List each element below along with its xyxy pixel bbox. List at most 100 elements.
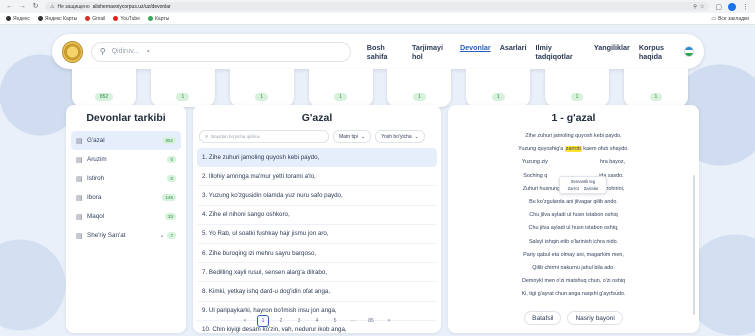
- devon-stat-card[interactable]: 1: [387, 69, 452, 107]
- category-sheriy-sanat[interactable]: ▤ She'riy San'at ⌄ 7: [71, 226, 181, 245]
- chevron-down-icon: ⌄: [360, 133, 366, 140]
- book-icon: ▤: [76, 194, 83, 202]
- site-area: ⚲ Qidiruv... ◔ Bosh sahifa Tarjimayi hol…: [0, 25, 755, 336]
- devon-stat-card[interactable]: 1: [466, 69, 531, 107]
- devon-stat-card[interactable]: 1: [545, 69, 610, 107]
- count-badge: 0: [167, 175, 176, 182]
- category-ibora[interactable]: ▤ Ibora 145: [71, 188, 181, 207]
- address-bar[interactable]: ⚠ Не защищено alishernavoiycorpus.uz/uz/…: [45, 2, 710, 11]
- back-icon[interactable]: ←: [6, 0, 13, 13]
- text-type-dropdown[interactable]: Matn tipi ⌄: [333, 130, 372, 143]
- scrollbar[interactable]: [693, 175, 695, 315]
- gazal-row[interactable]: 7. Bedilling xayli rusul, sensen alarg'a…: [197, 263, 437, 283]
- devon-stat-card[interactable]: 852: [72, 69, 136, 107]
- gazal-row[interactable]: 2. Illohiy amringa ma'mur yetti torami a…: [197, 167, 437, 187]
- highlighted-word[interactable]: zarroti: [564, 146, 582, 153]
- site-search-input[interactable]: ⚲ Qidiruv... ◔: [90, 41, 351, 62]
- prose-explanation-button[interactable]: Nasriy bayoni: [567, 311, 623, 325]
- category-maqol[interactable]: ▤ Maqol 33: [71, 207, 181, 226]
- panel-title: G'azal: [301, 112, 333, 124]
- profile-avatar[interactable]: [728, 2, 736, 11]
- chevron-down-icon[interactable]: ⌄: [159, 232, 164, 239]
- reload-icon[interactable]: ↻: [32, 0, 39, 13]
- book-icon: ▤: [76, 137, 83, 145]
- panel-title: 1 - g'azal: [551, 112, 596, 124]
- star-icon[interactable]: ☆: [700, 4, 704, 10]
- count-badge: 0: [167, 156, 176, 163]
- bookmarks-bar: Яндекс Яндекс Карты Gmail YouTube Карты …: [0, 13, 755, 25]
- bookmark-maps[interactable]: Карты: [148, 16, 169, 22]
- language-flag-icon[interactable]: [683, 46, 694, 57]
- menu-item-biography[interactable]: Tarjimayi hol: [412, 43, 451, 61]
- url-text: alishernavoiycorpus.uz/uz/devonlar: [92, 3, 171, 10]
- book-icon: ▤: [76, 175, 83, 183]
- count-badge: 145: [162, 194, 176, 201]
- count-badge: 33: [164, 213, 176, 220]
- page-button[interactable]: 4: [311, 315, 323, 327]
- tooltip-item[interactable]: Zarrot: [568, 186, 579, 191]
- verse-line: Yuzung quyoshig'a zarroti kaem ofub shay…: [518, 146, 629, 153]
- site-logo[interactable]: [62, 40, 83, 63]
- history-icon[interactable]: ◔: [145, 47, 342, 56]
- search-icon: ⚲: [205, 133, 209, 139]
- menu-item-about[interactable]: Korpus haqida: [639, 43, 684, 61]
- extensions-icon[interactable]: ▢: [715, 3, 722, 11]
- all-bookmarks[interactable]: ▭ Все закладки: [711, 16, 749, 22]
- bookmark-youtube[interactable]: YouTube: [113, 16, 140, 22]
- category-gazal[interactable]: ▤ G'azal 852: [71, 131, 181, 150]
- tooltip-item[interactable]: Zarralar: [584, 186, 599, 191]
- bayt-search-input[interactable]: ⚲ Baytdan bo'yicha qidiruv: [199, 130, 329, 143]
- gazal-detail-panel: 1 - g'azal Zihe zuhuri jamoling quyosh k…: [448, 105, 699, 333]
- devon-stat-card[interactable]: 1: [229, 69, 294, 107]
- semantic-tag-tooltip: Semantik teg Zarrot Zarralar: [559, 176, 607, 194]
- page-button[interactable]: 2: [275, 315, 287, 327]
- gazal-row[interactable]: 6. Zihe buroqing izi mehru sayru barqoso…: [197, 244, 437, 264]
- menu-item-research[interactable]: Ilmiy tadqiqotlar: [535, 43, 584, 61]
- folder-icon: ▭: [711, 15, 717, 22]
- age-dropdown[interactable]: Yosh bo'yicha ⌄: [375, 130, 425, 143]
- main-menu: Bosh sahifa Tarjimayi hol Devonlar Asarl…: [367, 43, 684, 61]
- category-istiroh[interactable]: ▤ Istiroh 0: [71, 169, 181, 188]
- search-placeholder: Qidiruv...: [111, 48, 140, 55]
- security-label: Не защищено: [57, 3, 90, 10]
- menu-icon[interactable]: ⋮: [742, 3, 749, 11]
- verse-line: Qilib chirmi nakurnu jahul bila ado.: [532, 264, 615, 271]
- gazal-row[interactable]: 3. Yuzung ko'zgusidin olamda yuz nuru sa…: [197, 186, 437, 206]
- devon-stats-row: 852 1 1 1 1 1 1 1: [72, 69, 688, 109]
- menu-item-home[interactable]: Bosh sahifa: [367, 43, 403, 61]
- details-button[interactable]: Batafsil: [524, 311, 562, 325]
- gazal-row[interactable]: 5. Yo Rab, ul soatki fushkay hajr jismu …: [197, 225, 437, 244]
- page-button[interactable]: 3: [293, 315, 305, 327]
- bookmark-yandex[interactable]: Яндекс: [6, 16, 30, 22]
- menu-item-works[interactable]: Asarlari: [500, 43, 527, 61]
- verse-line: Salsyl ishqin etib o'larinish ichra nido…: [528, 238, 619, 245]
- menu-item-devonlar[interactable]: Devonlar: [460, 43, 491, 61]
- verse-line: Demoykl men o'zi matshuq chun, o'zi oshi…: [521, 278, 626, 285]
- devon-stat-card[interactable]: 1: [150, 69, 215, 107]
- forward-icon[interactable]: →: [19, 0, 26, 13]
- page-button[interactable]: 5: [329, 315, 341, 327]
- prev-page-button[interactable]: <: [239, 315, 251, 327]
- verse-line: Yuzung ziy hra bayoz,: [521, 159, 626, 166]
- count-badge: 852: [162, 137, 176, 144]
- browser-toolbar: ← → ↻ ⚠ Не защищено alishernavoiycorpus.…: [0, 0, 755, 13]
- devon-contents-panel: Devonlar tarkibi ▤ G'azal 852 ▤ Aruzim 0…: [66, 105, 186, 333]
- bookmark-yandex-maps[interactable]: Яндекс Карты: [37, 16, 77, 22]
- gazal-row[interactable]: 1. Zihe zuhuri jamoling quyosh kebi payd…: [197, 148, 437, 168]
- bookmark-gmail[interactable]: Gmail: [85, 16, 105, 22]
- gazal-row[interactable]: 8. Kimki, yetkay ishq dard-u dog'idin of…: [197, 282, 437, 302]
- verse-line: Chu jilva ayladi ul husn istabon oshiq: [529, 212, 618, 219]
- zoom-icon[interactable]: ⚲: [693, 4, 697, 10]
- page-button-current[interactable]: 1: [257, 315, 269, 327]
- devon-stat-card[interactable]: 1: [308, 69, 373, 107]
- menu-item-news[interactable]: Yangiliklar: [594, 43, 630, 61]
- chevron-down-icon: ⌄: [414, 133, 419, 140]
- category-aruzim[interactable]: ▤ Aruzim 0: [71, 150, 181, 169]
- next-page-button[interactable]: >: [383, 315, 395, 327]
- gazal-row[interactable]: 4. Zihe el nihoni sango oshkoro,: [197, 206, 437, 225]
- tooltip-title: Semantik teg: [570, 179, 596, 184]
- page-button[interactable]: 85: [365, 315, 377, 327]
- verse-line: Ki, tigi g'ayrat chun anga naqshi g'ayrf…: [521, 291, 626, 298]
- devon-stat-card[interactable]: 1: [623, 69, 688, 107]
- verse-line: Zihe zuhuri jamoling quyosh kebi paydo,: [525, 133, 622, 139]
